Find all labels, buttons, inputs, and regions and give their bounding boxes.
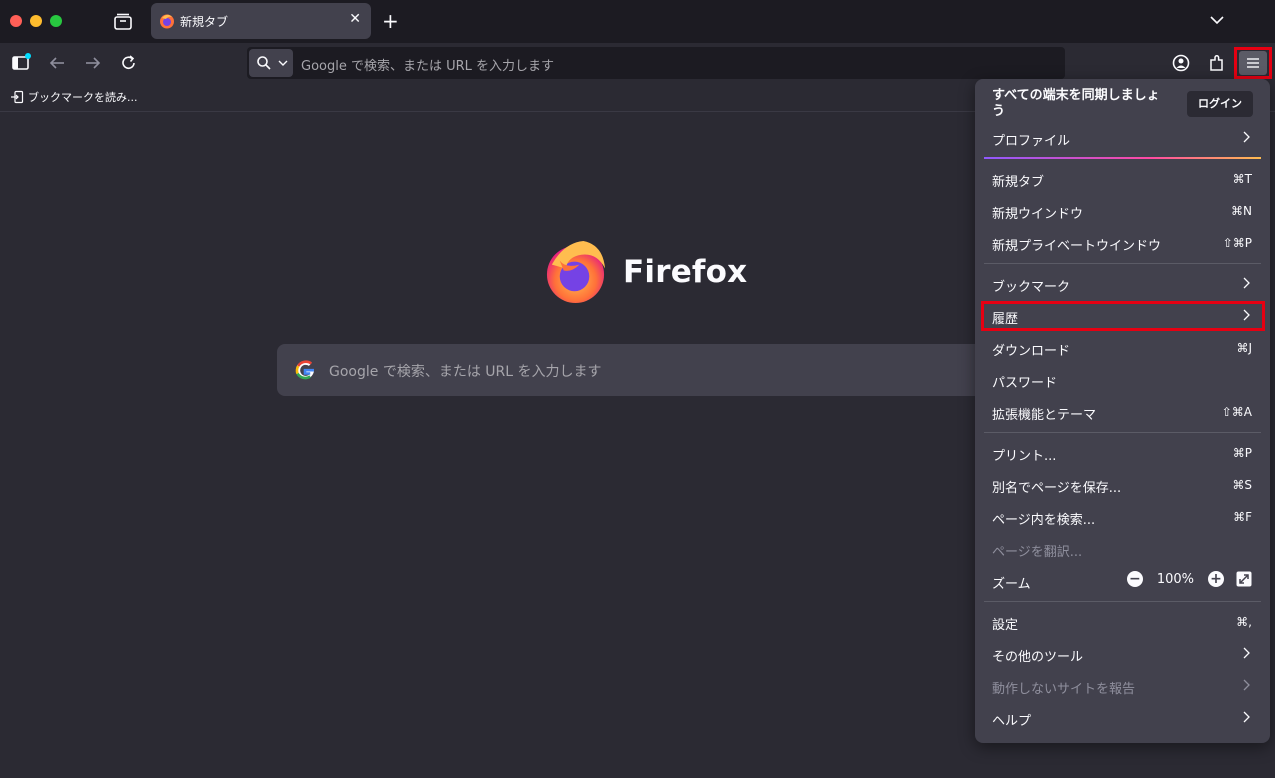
menu-item-shortcut: ⌘F: [1233, 510, 1252, 524]
menu-item-report-site: 動作しないサイトを報告: [981, 670, 1264, 702]
content-search-box[interactable]: Google で検索、または URL を入力します: [277, 344, 997, 396]
sync-header: すべての端末を同期しましょう: [992, 88, 1160, 119]
firefox-wordmark: Firefox: [623, 253, 748, 290]
menu-item-label: プリント...: [992, 449, 1057, 464]
import-icon: [11, 90, 24, 104]
menu-item-help[interactable]: ヘルプ: [981, 702, 1264, 734]
chevron-down-icon: [278, 60, 288, 66]
menu-separator: [984, 263, 1261, 264]
menu-item-translate: ページを翻訳...: [981, 533, 1264, 565]
menu-item-shortcut: ⌘,: [1236, 615, 1252, 629]
search-engine-button[interactable]: [249, 49, 293, 77]
firefox-logo: Firefox: [544, 239, 747, 304]
zoom-controls: − 100% +: [1126, 571, 1252, 587]
login-button[interactable]: ログイン: [1187, 91, 1253, 117]
tab-strip: 新規タブ ✕ +: [0, 0, 1275, 43]
navigation-toolbar: Google で検索、または URL を入力します: [0, 43, 1275, 83]
menu-item-label: ページを翻訳...: [992, 545, 1083, 560]
chevron-right-icon: [1243, 711, 1250, 723]
new-tab-button[interactable]: +: [382, 9, 399, 33]
url-placeholder: Google で検索、または URL を入力します: [301, 59, 555, 74]
close-tab-icon[interactable]: ✕: [349, 11, 361, 27]
zoom-in-button[interactable]: +: [1208, 571, 1224, 587]
menu-item-label: 拡張機能とテーマ: [992, 408, 1097, 423]
menu-item-new-tab[interactable]: 新規タブ ⌘T: [981, 163, 1264, 195]
menu-item-label: 設定: [992, 618, 1019, 633]
hamburger-menu-icon: [1247, 58, 1259, 68]
menu-item-addons[interactable]: 拡張機能とテーマ ⇧⌘A: [981, 396, 1264, 428]
chevron-right-icon: [1243, 679, 1250, 691]
menu-item-label: ブックマーク: [992, 280, 1071, 295]
chevron-right-icon: [1243, 277, 1250, 289]
firefox-logo-icon: [546, 240, 606, 303]
url-bar[interactable]: Google で検索、または URL を入力します: [247, 47, 1065, 79]
import-bookmarks-button[interactable]: ブックマークを読み...: [10, 89, 138, 105]
app-menu-panel: すべての端末を同期しましょう ログイン プロファイル 新規タブ ⌘T 新規ウイン…: [975, 79, 1270, 743]
menu-item-new-private-window[interactable]: 新規プライベートウインドウ ⇧⌘P: [981, 227, 1264, 259]
firefox-favicon-icon: [160, 14, 174, 29]
close-window-button[interactable]: [10, 15, 22, 27]
firefox-view-icon[interactable]: [112, 11, 134, 33]
chevron-right-icon: [1243, 309, 1250, 321]
menu-item-shortcut: ⇧⌘P: [1222, 236, 1252, 250]
menu-item-shortcut: ⌘N: [1231, 204, 1252, 218]
chevron-right-icon: [1243, 647, 1250, 659]
menu-item-label: 新規タブ: [992, 175, 1045, 190]
menu-item-settings[interactable]: 設定 ⌘,: [981, 606, 1264, 638]
menu-item-label: 別名でページを保存...: [992, 481, 1122, 496]
zoom-reset-button[interactable]: 100%: [1157, 572, 1194, 587]
search-icon: [257, 56, 271, 70]
extensions-icon[interactable]: [1207, 53, 1227, 73]
google-icon: [295, 360, 314, 380]
menu-item-label: 動作しないサイトを報告: [992, 682, 1136, 697]
menu-item-label: 履歴: [992, 312, 1019, 327]
sidebar-icon[interactable]: [11, 53, 31, 73]
menu-item-print[interactable]: プリント... ⌘P: [981, 437, 1264, 469]
chevron-right-icon: [1243, 131, 1250, 143]
profile-separator: [984, 157, 1261, 159]
import-bookmarks-label: ブックマークを読み...: [28, 91, 138, 104]
account-icon[interactable]: [1171, 53, 1191, 73]
menu-item-history[interactable]: 履歴: [981, 300, 1264, 332]
back-arrow-icon[interactable]: [47, 53, 67, 73]
tab-new-tab[interactable]: 新規タブ ✕: [151, 3, 371, 39]
menu-item-shortcut: ⌘T: [1232, 172, 1252, 186]
forward-arrow-icon[interactable]: [83, 53, 103, 73]
menu-item-label: 新規プライベートウインドウ: [992, 239, 1162, 254]
menu-item-label: プロファイル: [992, 134, 1071, 149]
menu-item-label: ヘルプ: [992, 714, 1032, 729]
menu-item-label: 新規ウインドウ: [992, 207, 1084, 222]
menu-item-find-in-page[interactable]: ページ内を検索... ⌘F: [981, 501, 1264, 533]
menu-item-label: ダウンロード: [992, 344, 1071, 359]
menu-item-passwords[interactable]: パスワード: [981, 364, 1264, 396]
menu-item-label: ページ内を検索...: [992, 513, 1096, 528]
menu-item-profile[interactable]: プロファイル: [981, 122, 1264, 154]
menu-item-label: ズーム: [992, 577, 1031, 592]
chevron-down-icon[interactable]: [1208, 13, 1226, 27]
menu-item-shortcut: ⇧⌘A: [1221, 405, 1252, 419]
menu-separator: [984, 432, 1261, 433]
fullscreen-icon[interactable]: [1236, 571, 1252, 587]
app-menu-button[interactable]: [1239, 51, 1267, 75]
reload-icon[interactable]: [119, 53, 139, 73]
zoom-window-button[interactable]: [50, 15, 62, 27]
menu-item-label: その他のツール: [992, 650, 1084, 665]
content-search-placeholder: Google で検索、または URL を入力します: [329, 364, 602, 380]
menu-separator: [984, 601, 1261, 602]
menu-item-save-page[interactable]: 別名でページを保存... ⌘S: [981, 469, 1264, 501]
tab-title: 新規タブ: [180, 15, 229, 29]
menu-item-shortcut: ⌘P: [1232, 446, 1252, 460]
zoom-out-button[interactable]: −: [1126, 571, 1143, 587]
minimize-window-button[interactable]: [30, 15, 42, 27]
menu-item-shortcut: ⌘J: [1236, 341, 1252, 355]
menu-item-more-tools[interactable]: その他のツール: [981, 638, 1264, 670]
menu-item-downloads[interactable]: ダウンロード ⌘J: [981, 332, 1264, 364]
menu-item-bookmarks[interactable]: ブックマーク: [981, 268, 1264, 300]
menu-item-label: パスワード: [992, 376, 1058, 391]
menu-item-shortcut: ⌘S: [1232, 478, 1252, 492]
menu-item-new-window[interactable]: 新規ウインドウ ⌘N: [981, 195, 1264, 227]
menu-item-zoom: ズーム − 100% +: [981, 565, 1264, 597]
